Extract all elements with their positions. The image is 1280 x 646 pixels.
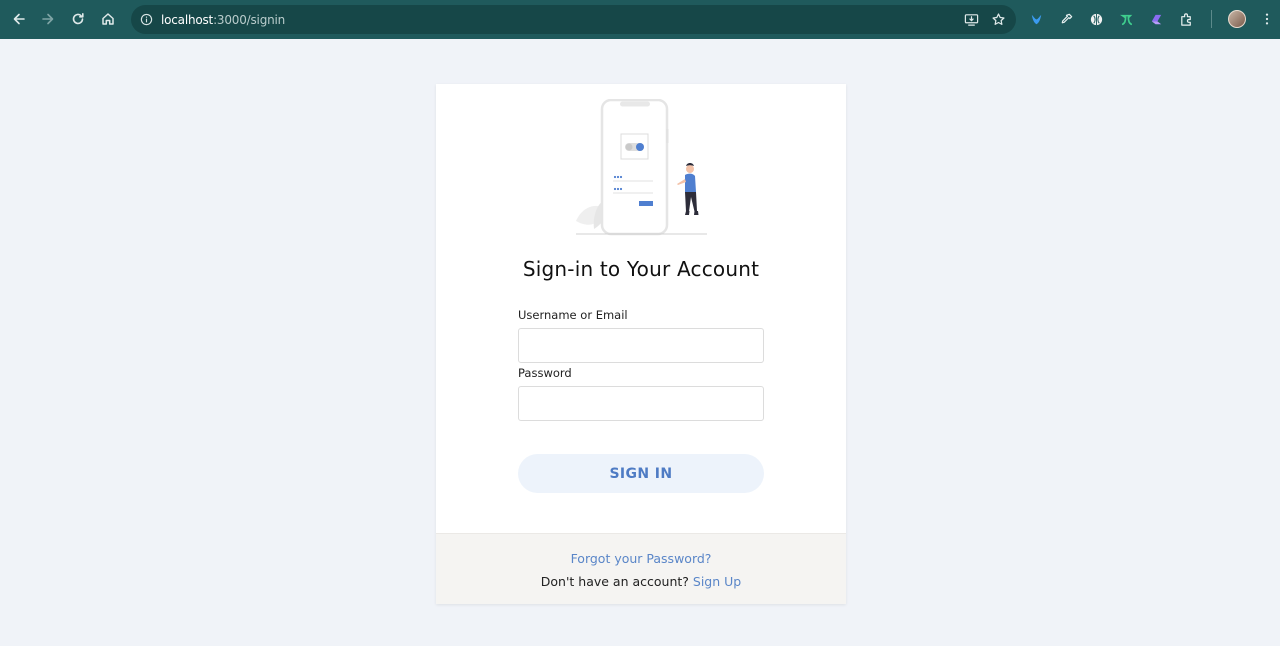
username-input[interactable] (518, 328, 764, 363)
eyedropper-button[interactable] (1057, 10, 1075, 28)
forward-button[interactable] (33, 4, 63, 34)
toolbar-divider (1211, 10, 1212, 28)
kebab-menu-icon (1265, 13, 1269, 25)
install-app-icon[interactable] (964, 12, 979, 27)
browser-toolbar: localhost:3000/signin (0, 0, 1280, 39)
extension-icon (1031, 14, 1041, 24)
password-input[interactable] (518, 386, 764, 421)
extension-icon (1119, 14, 1132, 25)
extension-button-2[interactable] (1087, 10, 1105, 28)
no-account-text: Don't have an account? (540, 574, 689, 589)
back-arrow-icon (13, 13, 25, 25)
reload-button[interactable] (63, 4, 93, 34)
extension-button-1[interactable] (1027, 10, 1045, 28)
url-text: localhost:3000/signin (161, 13, 285, 27)
extension-button-3[interactable] (1117, 10, 1135, 28)
page-title: Sign-in to Your Account (522, 257, 760, 281)
extension-icon (1151, 14, 1161, 24)
profile-avatar[interactable] (1228, 10, 1246, 28)
card-footer: Forgot your Password? Don't have an acco… (436, 533, 846, 604)
signup-prompt: Don't have an account? Sign Up (436, 574, 846, 589)
bookmark-star-icon[interactable] (991, 12, 1006, 27)
password-label: Password (518, 366, 572, 380)
signup-link[interactable]: Sign Up (693, 574, 741, 589)
eyedropper-icon (1061, 13, 1072, 23)
home-icon (102, 13, 114, 25)
puzzle-icon (1180, 12, 1191, 26)
forward-arrow-icon (42, 13, 54, 25)
reload-icon (72, 13, 84, 25)
home-button[interactable] (93, 4, 123, 34)
username-label: Username or Email (518, 308, 628, 322)
kebab-menu-button[interactable] (1258, 10, 1276, 28)
signin-button[interactable]: SIGN IN (518, 454, 764, 493)
back-button[interactable] (4, 4, 34, 34)
extension-icon (1090, 13, 1102, 25)
extensions-menu-button[interactable] (1177, 10, 1195, 28)
url-path: :3000/signin (213, 12, 286, 27)
forgot-password-link[interactable]: Forgot your Password? (436, 551, 846, 566)
extension-button-4[interactable] (1147, 10, 1165, 28)
signin-card: Sign-in to Your Account Username or Emai… (436, 84, 846, 604)
address-bar[interactable]: localhost:3000/signin (131, 5, 1016, 34)
site-info-icon[interactable] (139, 13, 153, 27)
url-host: localhost (161, 12, 214, 27)
login-illustration (576, 99, 707, 236)
